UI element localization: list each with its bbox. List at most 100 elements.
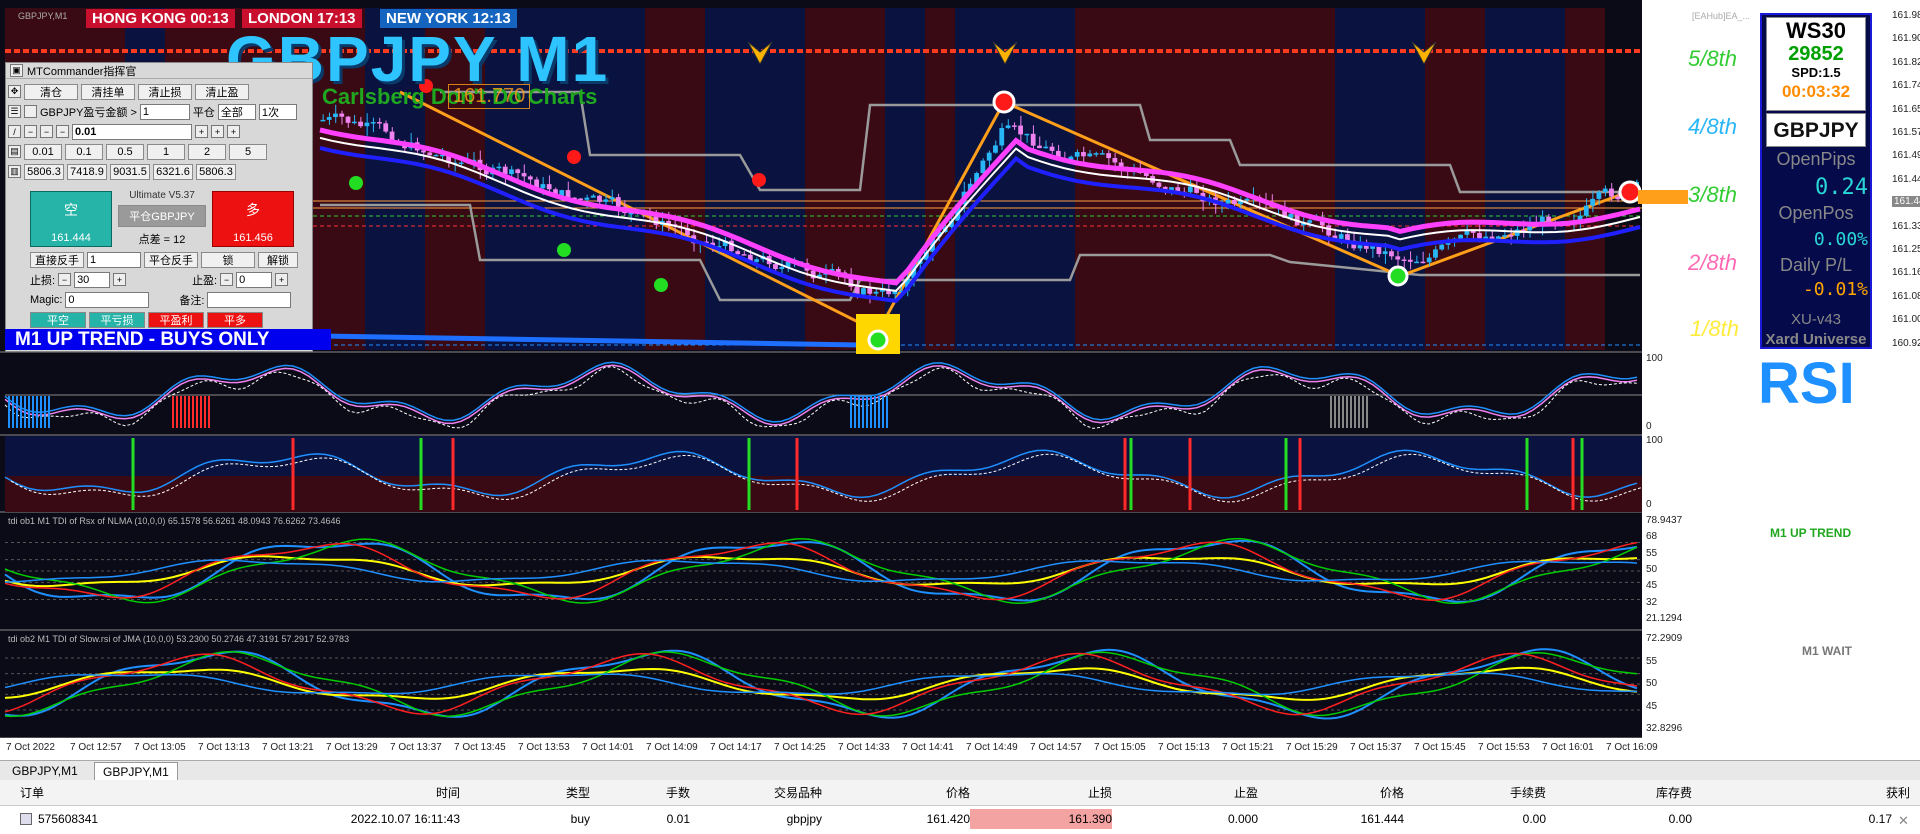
tp-field[interactable]: 0 <box>236 271 273 288</box>
edit-icon[interactable]: / <box>8 125 21 138</box>
clear-pending-button[interactable]: 清挂单 <box>81 83 135 100</box>
tab-gbpjpy-1[interactable]: GBPJPY,M1 <box>4 762 86 780</box>
lock-button[interactable]: 锁 <box>201 251 255 268</box>
minus-button[interactable]: − <box>40 125 53 138</box>
magic-label: Magic: <box>30 293 63 306</box>
clear-tp-button[interactable]: 清止盈 <box>195 83 249 100</box>
candle-body <box>377 122 382 124</box>
direct-reverse-field[interactable]: 1 <box>87 251 141 268</box>
version-label: Ultimate V5.37 <box>129 190 195 201</box>
candle-body <box>320 119 326 122</box>
price-tick-label: 161.575 <box>1892 127 1920 138</box>
lot-preset-button[interactable]: 0.01 <box>24 143 62 160</box>
close-profits-button[interactable]: 平盈利 <box>148 311 204 328</box>
pair-amount-field[interactable]: 1 <box>139 103 190 120</box>
candle-body <box>1477 232 1482 239</box>
candle-body <box>1187 186 1193 193</box>
candle-body <box>590 195 596 198</box>
buy-dot <box>557 243 571 257</box>
unlock-button[interactable]: 解锁 <box>258 251 298 268</box>
minus-button[interactable]: − <box>24 125 37 138</box>
lot-preset-button[interactable]: 0.1 <box>65 143 103 160</box>
lot-preset-button[interactable]: 0.5 <box>106 143 144 160</box>
candle-body <box>1043 146 1049 149</box>
current-price-tag <box>1638 190 1688 204</box>
rsi-histogram-bar <box>188 396 190 428</box>
close-order-icon[interactable]: ✕ <box>1898 813 1909 829</box>
close-all-button[interactable]: 清仓 <box>24 83 78 100</box>
sl-field[interactable]: 30 <box>74 271 111 288</box>
amount-button[interactable]: 7418.9 <box>67 163 107 180</box>
time-tick-label: 7 Oct 15:05 <box>1094 742 1146 753</box>
rsi-histogram-bar <box>24 396 26 428</box>
checkbox[interactable] <box>24 105 37 118</box>
candle-body <box>521 173 527 177</box>
direct-reverse-button[interactable]: 直接反手 <box>30 251 84 268</box>
lot-field[interactable]: 0.01 <box>72 123 192 140</box>
col-lots[interactable]: 手数 <box>590 782 690 804</box>
rsi-histogram-bar <box>1366 396 1368 428</box>
sl-minus[interactable]: − <box>58 273 72 286</box>
sell-button[interactable]: 空 161.444 <box>30 191 112 247</box>
col-commission[interactable]: 手续费 <box>1404 782 1546 804</box>
close-sells-button[interactable]: 平空 <box>30 311 86 328</box>
col-profit[interactable]: 获利 <box>1692 782 1910 804</box>
open-pips-label: OpenPips <box>1776 149 1856 169</box>
amount-button[interactable]: 6321.6 <box>153 163 193 180</box>
sub-axis-label: 32.8296 <box>1646 723 1683 734</box>
sub-axis-label: 100 <box>1646 353 1663 364</box>
tab-gbpjpy-2[interactable]: GBPJPY,M1 <box>94 762 178 780</box>
plus-button[interactable]: + <box>227 125 240 138</box>
col-time[interactable]: 时间 <box>200 782 460 804</box>
candle-body <box>383 123 389 132</box>
plus-button[interactable]: + <box>195 125 208 138</box>
magic-field[interactable]: 0 <box>65 291 150 308</box>
candle-body <box>458 162 464 165</box>
minus-button[interactable]: − <box>56 125 69 138</box>
sl-plus[interactable]: + <box>113 273 127 286</box>
close-select[interactable]: 全部 <box>217 103 256 120</box>
swing-low-marker <box>867 329 889 351</box>
lot-preset-button[interactable]: 5 <box>229 143 267 160</box>
rsi-histogram-bar <box>866 396 868 428</box>
col-type[interactable]: 类型 <box>460 782 590 804</box>
note-field[interactable] <box>207 291 292 308</box>
menu-icon[interactable]: ☰ <box>8 105 21 118</box>
amount-button[interactable]: 5806.3 <box>24 163 64 180</box>
clear-sl-button[interactable]: 清止损 <box>138 83 192 100</box>
col-sl[interactable]: 止损 <box>970 782 1112 804</box>
candle-body <box>754 259 759 262</box>
session-band <box>925 8 955 350</box>
price-tick-label: 161.985 <box>1892 10 1920 21</box>
close-losses-button[interactable]: 平亏损 <box>89 311 145 328</box>
col-order[interactable]: 订单 <box>20 782 80 804</box>
close-buys-button[interactable]: 平多 <box>207 311 263 328</box>
col-tp[interactable]: 止盈 <box>1112 782 1258 804</box>
candle-body <box>1074 152 1080 157</box>
open-pos-value: 0.00% <box>1813 229 1868 250</box>
lot-preset-button[interactable]: 1 <box>147 143 185 160</box>
candle-body <box>1609 188 1614 197</box>
plus-button[interactable]: + <box>211 125 224 138</box>
col-symbol[interactable]: 交易品种 <box>690 782 822 804</box>
buy-button[interactable]: 多 161.456 <box>212 191 294 247</box>
close-pair-button[interactable]: 平仓GBPJPY <box>118 205 206 227</box>
session-band <box>645 8 705 350</box>
col-price2[interactable]: 价格 <box>1258 782 1404 804</box>
col-price[interactable]: 价格 <box>822 782 970 804</box>
amount-button[interactable]: 9031.5 <box>110 163 150 180</box>
tp-minus[interactable]: − <box>220 273 234 286</box>
move-icon[interactable]: ✥ <box>8 85 21 98</box>
panel-titlebar: ▣ MTCommander指挥官 <box>6 63 312 79</box>
candle-body <box>496 166 502 169</box>
close-reverse-button[interactable]: 平仓反手 <box>144 251 198 268</box>
amount-button[interactable]: 5806.3 <box>196 163 236 180</box>
close-times-select[interactable]: 1次 <box>258 103 297 120</box>
rsi-histogram-bar <box>1338 396 1340 428</box>
tp-plus[interactable]: + <box>275 273 289 286</box>
candle-body <box>1338 234 1344 239</box>
lot-preset-button[interactable]: 2 <box>188 143 226 160</box>
candle-body <box>509 169 514 175</box>
time-tick-label: 7 Oct 13:21 <box>262 742 314 753</box>
col-swap[interactable]: 库存费 <box>1546 782 1692 804</box>
